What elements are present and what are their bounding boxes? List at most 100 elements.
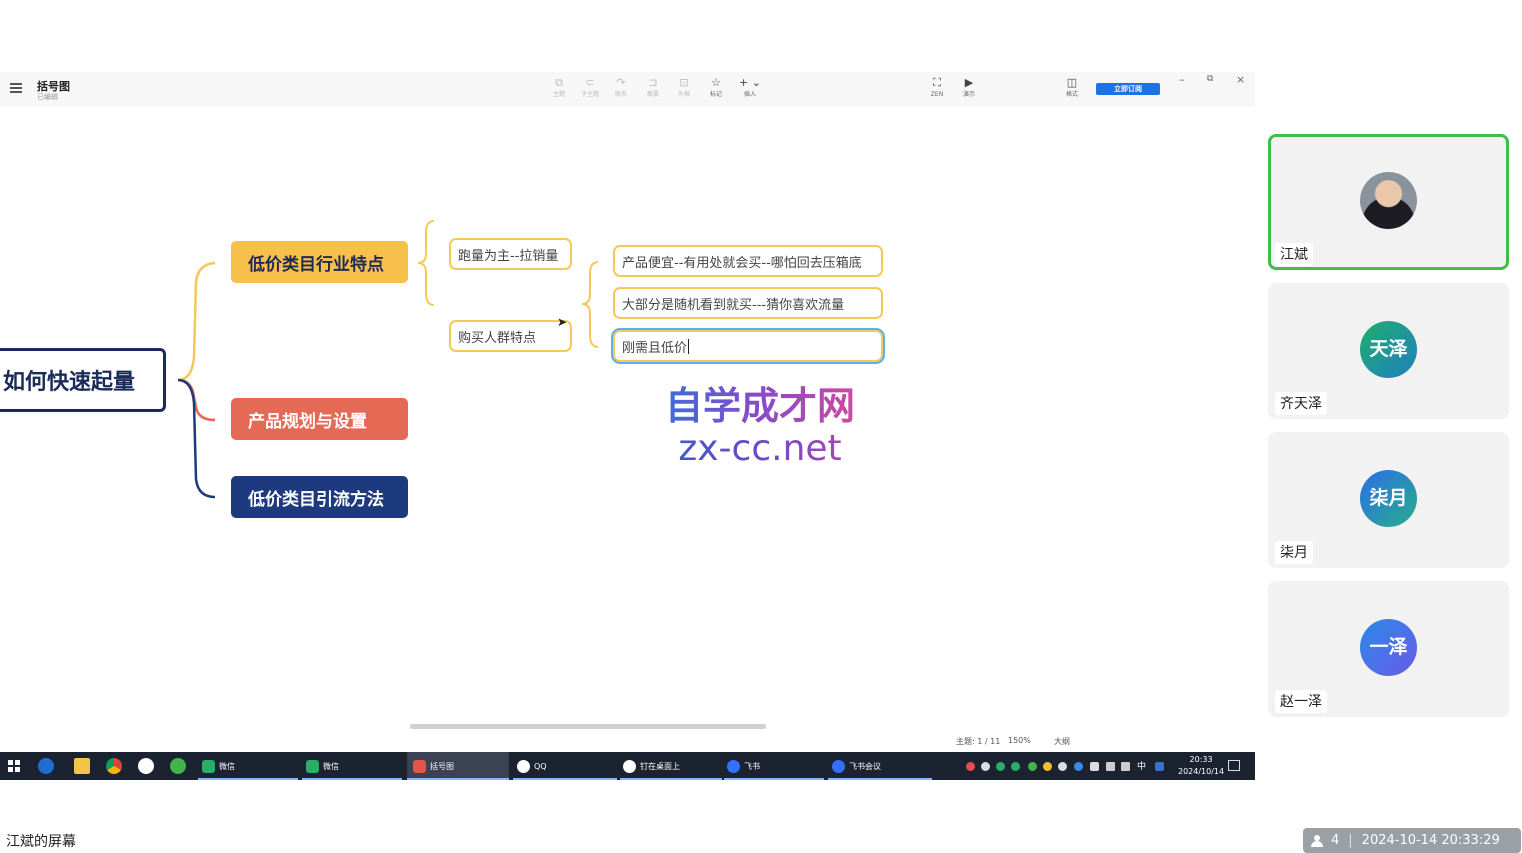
topic-counter: 主题: 1 / 11 <box>956 737 1001 746</box>
task-mindmap[interactable]: 括号图 <box>407 752 509 780</box>
ie-browser-icon[interactable] <box>38 758 54 774</box>
fullscreen-icon: ⛶ <box>933 76 941 89</box>
microphone-icon[interactable] <box>1090 762 1099 771</box>
tray-bluetooth-icon[interactable] <box>1074 762 1083 771</box>
feishu-icon <box>727 759 740 773</box>
participant-name: 赵一泽 <box>1275 690 1327 713</box>
screen-share-label: 江斌的屏幕 <box>6 834 76 850</box>
branch-topic-industry[interactable]: 低价类目行业特点 <box>231 241 408 283</box>
connector-lines <box>177 220 599 499</box>
app-pin-icon[interactable] <box>138 758 154 774</box>
participant-name: 江斌 <box>1275 243 1313 266</box>
file-explorer-icon[interactable] <box>74 758 90 774</box>
menu-icon[interactable] <box>10 83 22 93</box>
format-button[interactable]: ◫ 格式 <box>1058 76 1086 104</box>
qq-icon <box>517 759 530 773</box>
sub-topic-buyers[interactable]: 购买人群特点 <box>449 320 572 352</box>
star-icon: ☆ <box>711 76 721 89</box>
network-icon[interactable] <box>1106 762 1115 771</box>
volume-icon[interactable] <box>1121 762 1130 771</box>
participant-tile[interactable]: 江斌 <box>1268 134 1509 270</box>
panel-icon: ◫ <box>1066 76 1078 89</box>
avatar: 天泽 <box>1360 321 1417 378</box>
notification-icon[interactable] <box>1228 760 1240 771</box>
mindmap-app-icon <box>413 759 426 773</box>
chrome-icon[interactable] <box>106 758 122 774</box>
insert-button[interactable]: + ⌄ 插入 <box>736 76 764 104</box>
relation-icon: ↷ <box>616 76 626 89</box>
avatar <box>1360 172 1417 229</box>
sub-topic-volume[interactable]: 跑量为主--拉销量 <box>449 238 572 270</box>
branch-topic-product-planning[interactable]: 产品规划与设置 <box>231 398 408 440</box>
subscribe-button[interactable]: 立即订阅 <box>1096 83 1160 95</box>
app-pin-green-icon[interactable] <box>170 758 186 774</box>
watermark: 自学成才网 zx-cc.net <box>660 383 860 469</box>
theme-icon: ⧉ <box>555 76 563 89</box>
avatar: 柒月 <box>1360 470 1417 527</box>
task-wechat-2[interactable]: 微信 <box>302 752 402 780</box>
task-feishu[interactable]: 飞书 <box>724 752 824 780</box>
tray-app-icon[interactable] <box>966 762 975 771</box>
task-pin-desktop[interactable]: 钉在桌面上 <box>620 752 722 780</box>
task-qq[interactable]: QQ <box>513 752 617 780</box>
close-icon[interactable]: × <box>1236 73 1245 86</box>
meeting-datetime: 2024-10-14 20:33:29 <box>1361 833 1500 848</box>
plus-icon: + ⌄ <box>739 76 761 89</box>
branch-topic-traffic-methods[interactable]: 低价类目引流方法 <box>231 476 408 518</box>
input-method-indicator[interactable]: 中 <box>1137 759 1146 772</box>
mouse-pointer-icon: ➤ <box>557 315 568 329</box>
tray-wechat-icon[interactable] <box>1011 762 1020 771</box>
tray-app-icon[interactable] <box>1043 762 1052 771</box>
windows-start-icon[interactable] <box>8 760 20 772</box>
relation-button[interactable]: ↷ 联系 <box>607 76 635 104</box>
zen-button[interactable]: ⛶ ZEN <box>923 76 951 104</box>
root-topic[interactable]: 如何快速起量 <box>0 348 166 412</box>
restore-icon[interactable]: ⧉ <box>1207 74 1213 84</box>
horizontal-scrollbar[interactable] <box>410 724 766 729</box>
theme-button[interactable]: ⧉ 主题 <box>545 76 573 104</box>
tray-app-icon[interactable] <box>1028 762 1037 771</box>
task-wechat-1[interactable]: 微信 <box>198 752 298 780</box>
participant-name: 齐天泽 <box>1275 392 1327 415</box>
boundary-button[interactable]: ⊡ 外框 <box>670 76 698 104</box>
leaf-topic-text[interactable]: 刚需且低价 <box>622 337 687 356</box>
windows-taskbar: 微信 微信 括号图 QQ 钉在桌面上 飞书 飞书会议 中 20:33 2024/… <box>0 752 1255 780</box>
leaf-topic-random-buy[interactable]: 大部分是随机看到就买---猜你喜欢流量 <box>613 287 883 319</box>
tray-shield-icon[interactable] <box>1058 762 1067 771</box>
task-feishu-meeting[interactable]: 飞书会议 <box>828 752 932 780</box>
sub-topic-button[interactable]: ⊂ 子主题 <box>576 76 604 104</box>
participant-count[interactable]: 4 <box>1331 833 1339 848</box>
wechat-icon <box>306 759 319 773</box>
participant-name: 柒月 <box>1275 541 1313 564</box>
minimize-icon[interactable]: – <box>1179 73 1185 86</box>
people-icon <box>1311 834 1327 847</box>
leaf-topic-cheap[interactable]: 产品便宜--有用处就会买--哪怕回去压箱底 <box>613 245 883 277</box>
save-status: 已编辑 <box>37 93 58 101</box>
shared-screen: 括号图 已编辑 ⧉ 主题 ⊂ 子主题 ↷ 联系 ⊐ 概要 ⊡ 外框 ☆ 标记 +… <box>0 72 1255 780</box>
outline-button[interactable]: 大纲 <box>1054 736 1070 747</box>
tray-app-icon[interactable] <box>981 762 990 771</box>
tray-app-icon[interactable] <box>1155 762 1164 771</box>
qq-icon <box>623 759 636 773</box>
feishu-icon <box>832 759 845 773</box>
wechat-icon <box>202 759 215 773</box>
participant-tile[interactable]: 柒月 柒月 <box>1268 432 1509 568</box>
system-clock[interactable]: 20:33 2024/10/14 <box>1178 754 1224 778</box>
app-toolbar: 括号图 已编辑 ⧉ 主题 ⊂ 子主题 ↷ 联系 ⊐ 概要 ⊡ 外框 ☆ 标记 +… <box>0 72 1255 107</box>
boundary-icon: ⊡ <box>679 76 689 89</box>
avatar: 一泽 <box>1360 619 1417 676</box>
zoom-level[interactable]: 150% <box>1008 736 1031 745</box>
mindmap-canvas[interactable]: 如何快速起量 低价类目行业特点 产品规划与设置 低价类目引流方法 跑量为主--拉… <box>0 107 1255 723</box>
meeting-status-bar: 4 | 2024-10-14 20:33:29 <box>1303 828 1521 853</box>
summary-icon: ⊐ <box>648 76 658 89</box>
tray-wechat-icon[interactable] <box>996 762 1005 771</box>
marker-button[interactable]: ☆ 标记 <box>702 76 730 104</box>
summary-button[interactable]: ⊐ 概要 <box>639 76 667 104</box>
participant-tile[interactable]: 天泽 齐天泽 <box>1268 283 1509 419</box>
play-icon: ▶ <box>964 76 974 89</box>
present-button[interactable]: ▶ 演示 <box>955 76 983 104</box>
participant-tile[interactable]: 一泽 赵一泽 <box>1268 581 1509 717</box>
text-caret <box>688 338 690 354</box>
leaf-topic-editing[interactable]: 刚需且低价 <box>613 330 883 362</box>
status-bar: 主题: 1 / 11 150% 大纲 <box>0 731 1255 751</box>
